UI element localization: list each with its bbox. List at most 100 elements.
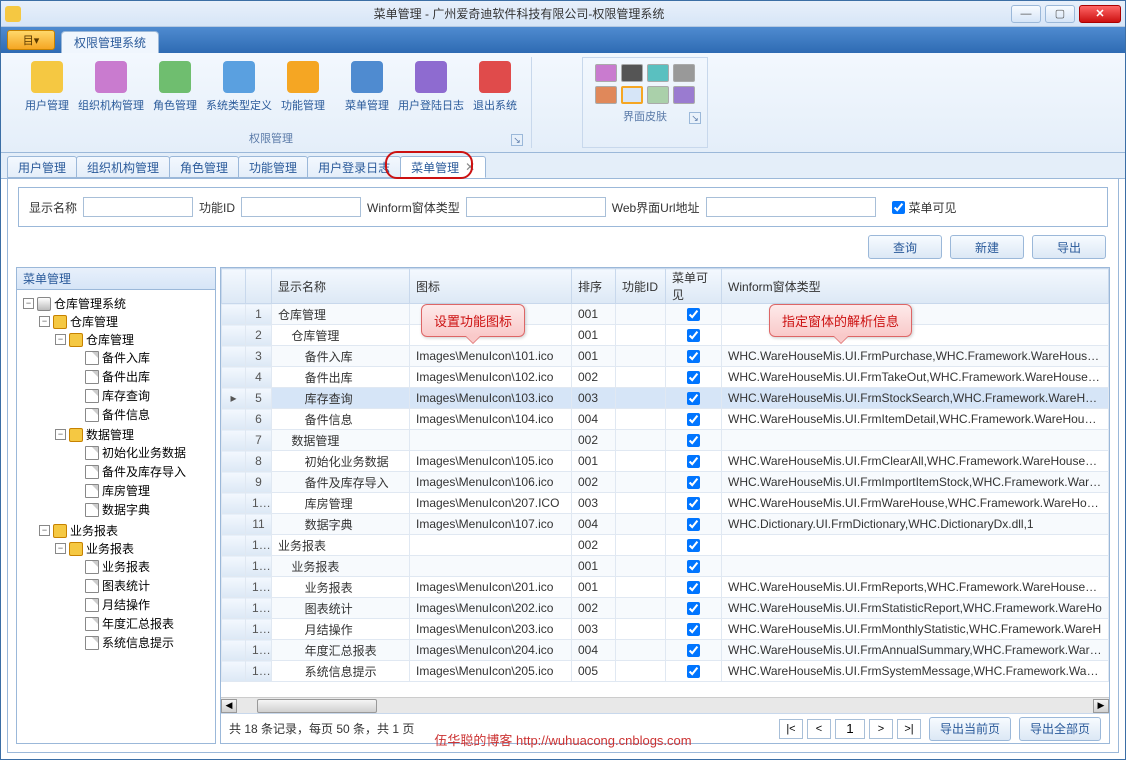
pager-last[interactable]: >| bbox=[897, 719, 921, 739]
visible-checkbox[interactable] bbox=[687, 665, 700, 678]
visible-checkbox[interactable] bbox=[687, 476, 700, 489]
tree-toggle-icon[interactable]: − bbox=[39, 525, 50, 536]
filter-funcid-input[interactable] bbox=[241, 197, 361, 217]
export-all-pages-button[interactable]: 导出全部页 bbox=[1019, 717, 1101, 741]
skin-swatch[interactable] bbox=[595, 64, 617, 82]
ribbon-item[interactable]: 角色管理 bbox=[145, 57, 205, 128]
table-row[interactable]: 13 业务报表001 bbox=[222, 556, 1109, 577]
visible-checkbox[interactable] bbox=[687, 560, 700, 573]
ribbon-item[interactable]: 组织机构管理 bbox=[81, 57, 141, 128]
filter-visible-checkbox[interactable] bbox=[892, 201, 905, 214]
table-row[interactable]: 11 数据字典Images\MenuIcon\107.ico004WHC.Dic… bbox=[222, 514, 1109, 535]
visible-checkbox[interactable] bbox=[687, 434, 700, 447]
table-row[interactable]: 9 备件及库存导入Images\MenuIcon\106.ico002WHC.W… bbox=[222, 472, 1109, 493]
minimize-button[interactable]: — bbox=[1011, 5, 1041, 23]
tree-node[interactable]: 仓库管理 bbox=[86, 331, 134, 348]
table-row[interactable]: 10 库房管理Images\MenuIcon\207.ICO003WHC.War… bbox=[222, 493, 1109, 514]
search-button[interactable]: 查询 bbox=[868, 235, 942, 259]
col-header-visible[interactable]: 菜单可见 bbox=[666, 269, 722, 304]
tree-toggle-icon[interactable]: − bbox=[55, 543, 66, 554]
table-row[interactable]: 14 业务报表Images\MenuIcon\201.ico001WHC.War… bbox=[222, 577, 1109, 598]
visible-checkbox[interactable] bbox=[687, 602, 700, 615]
table-row[interactable]: 17 年度汇总报表Images\MenuIcon\204.ico004WHC.W… bbox=[222, 640, 1109, 661]
tree-node[interactable]: 仓库管理 bbox=[70, 313, 118, 330]
group-launcher-icon[interactable]: ↘ bbox=[511, 134, 523, 146]
table-row[interactable]: 7 数据管理002 bbox=[222, 430, 1109, 451]
table-row[interactable]: 18 系统信息提示Images\MenuIcon\205.ico005WHC.W… bbox=[222, 661, 1109, 682]
visible-checkbox[interactable] bbox=[687, 308, 700, 321]
export-current-page-button[interactable]: 导出当前页 bbox=[929, 717, 1011, 741]
skin-swatch[interactable] bbox=[673, 64, 695, 82]
document-tab[interactable]: 角色管理 bbox=[169, 156, 239, 178]
document-tab[interactable]: 菜单管理✕ bbox=[400, 156, 486, 178]
filter-weburl-input[interactable] bbox=[706, 197, 876, 217]
visible-checkbox[interactable] bbox=[687, 518, 700, 531]
visible-checkbox[interactable] bbox=[687, 623, 700, 636]
tree-toggle-icon[interactable]: − bbox=[23, 298, 34, 309]
skin-swatch-selected[interactable] bbox=[621, 86, 643, 104]
tree-node[interactable]: 备件及库存导入 bbox=[102, 463, 186, 480]
pager-next[interactable]: > bbox=[869, 719, 893, 739]
filter-winform-input[interactable] bbox=[466, 197, 606, 217]
tree-toggle-icon[interactable]: − bbox=[55, 429, 66, 440]
visible-checkbox[interactable] bbox=[687, 539, 700, 552]
skin-swatch[interactable] bbox=[647, 64, 669, 82]
skin-swatch[interactable] bbox=[595, 86, 617, 104]
skin-swatch[interactable] bbox=[647, 86, 669, 104]
tree-node[interactable]: 备件入库 bbox=[102, 349, 150, 366]
tree-node[interactable]: 数据字典 bbox=[102, 501, 150, 518]
scroll-right-icon[interactable]: ▶ bbox=[1093, 699, 1109, 713]
tree-node[interactable]: 库房管理 bbox=[102, 482, 150, 499]
pager-prev[interactable]: < bbox=[807, 719, 831, 739]
table-row[interactable]: 16 月结操作Images\MenuIcon\203.ico003WHC.War… bbox=[222, 619, 1109, 640]
ribbon-item[interactable]: 菜单管理 bbox=[337, 57, 397, 128]
visible-checkbox[interactable] bbox=[687, 581, 700, 594]
visible-checkbox[interactable] bbox=[687, 371, 700, 384]
tree-node[interactable]: 仓库管理系统 bbox=[54, 295, 126, 312]
visible-checkbox[interactable] bbox=[687, 350, 700, 363]
tree-node[interactable]: 数据管理 bbox=[86, 426, 134, 443]
ribbon-item[interactable]: 功能管理 bbox=[273, 57, 333, 128]
ribbon-item[interactable]: 退出系统 bbox=[465, 57, 525, 128]
table-row[interactable]: 1仓库管理001 bbox=[222, 304, 1109, 325]
visible-checkbox[interactable] bbox=[687, 413, 700, 426]
tree-toggle-icon[interactable]: − bbox=[55, 334, 66, 345]
filter-name-input[interactable] bbox=[83, 197, 193, 217]
ribbon-item[interactable]: 系统类型定义 bbox=[209, 57, 269, 128]
visible-checkbox[interactable] bbox=[687, 497, 700, 510]
table-row[interactable]: 2 仓库管理001 bbox=[222, 325, 1109, 346]
pager-page-input[interactable] bbox=[835, 719, 865, 739]
document-tab[interactable]: 用户登录日志 bbox=[307, 156, 401, 178]
table-row[interactable]: 6 备件信息Images\MenuIcon\104.ico004WHC.Ware… bbox=[222, 409, 1109, 430]
export-button[interactable]: 导出 bbox=[1032, 235, 1106, 259]
tree-node[interactable]: 库存查询 bbox=[102, 387, 150, 404]
tab-close-icon[interactable]: ✕ bbox=[465, 160, 475, 174]
maximize-button[interactable]: ▢ bbox=[1045, 5, 1075, 23]
col-header-order[interactable]: 排序 bbox=[572, 269, 616, 304]
col-header-funcid[interactable]: 功能ID bbox=[616, 269, 666, 304]
close-button[interactable]: ✕ bbox=[1079, 5, 1121, 23]
scroll-thumb[interactable] bbox=[257, 699, 377, 713]
new-button[interactable]: 新建 bbox=[950, 235, 1024, 259]
tree-node[interactable]: 备件信息 bbox=[102, 406, 150, 423]
col-header-winform[interactable]: Winform窗体类型 bbox=[722, 269, 1109, 304]
table-row[interactable]: 4 备件出库Images\MenuIcon\102.ico002WHC.Ware… bbox=[222, 367, 1109, 388]
horizontal-scrollbar[interactable]: ◀ ▶ bbox=[221, 697, 1109, 713]
col-header-icon[interactable]: 图标 bbox=[410, 269, 572, 304]
visible-checkbox[interactable] bbox=[687, 644, 700, 657]
tree-node[interactable]: 月结操作 bbox=[102, 596, 150, 613]
table-row[interactable]: ▸5 库存查询Images\MenuIcon\103.ico003WHC.War… bbox=[222, 388, 1109, 409]
tree-node[interactable]: 初始化业务数据 bbox=[102, 444, 186, 461]
group-launcher-icon[interactable]: ↘ bbox=[689, 112, 701, 124]
document-tab[interactable]: 用户管理 bbox=[7, 156, 77, 178]
pager-first[interactable]: |< bbox=[779, 719, 803, 739]
tree-node[interactable]: 图表统计 bbox=[102, 577, 150, 594]
visible-checkbox[interactable] bbox=[687, 455, 700, 468]
tree-node[interactable]: 系统信息提示 bbox=[102, 634, 174, 651]
table-row[interactable]: 15 图表统计Images\MenuIcon\202.ico002WHC.War… bbox=[222, 598, 1109, 619]
tree-node[interactable]: 年度汇总报表 bbox=[102, 615, 174, 632]
visible-checkbox[interactable] bbox=[687, 329, 700, 342]
ribbon-tab[interactable]: 权限管理系统 bbox=[61, 31, 159, 53]
document-tab[interactable]: 组织机构管理 bbox=[76, 156, 170, 178]
table-row[interactable]: 3 备件入库Images\MenuIcon\101.ico001WHC.Ware… bbox=[222, 346, 1109, 367]
